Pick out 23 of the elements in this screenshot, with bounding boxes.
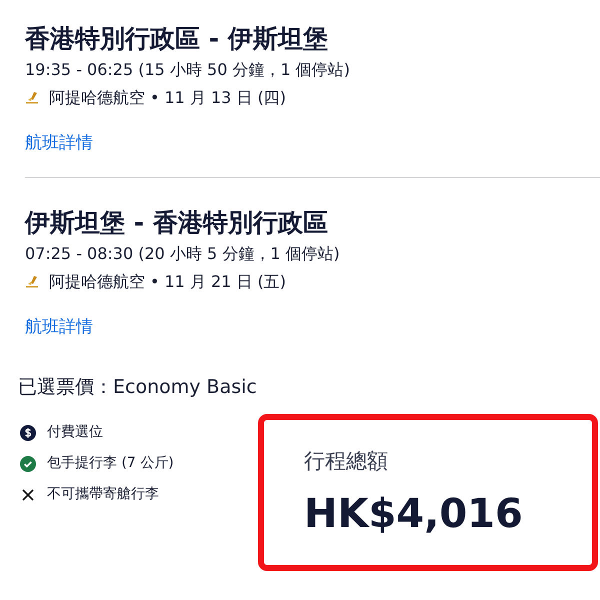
cross-icon: [20, 486, 36, 502]
airline-logo-icon: [25, 91, 39, 105]
flight-times: 07:25 - 08:30 (20 小時 5 分鐘，1 個停站): [25, 243, 341, 265]
flight-details-link[interactable]: 航班詳情: [25, 316, 93, 338]
separator-dot: •: [150, 87, 160, 109]
flight-details-link[interactable]: 航班詳情: [25, 132, 93, 154]
flight-date: 11 月 21 日 (五): [164, 271, 286, 293]
flight-date: 11 月 13 日 (四): [164, 87, 286, 109]
check-icon: [20, 456, 36, 472]
total-label: 行程總額: [304, 448, 389, 474]
airline-logo-icon: [25, 275, 39, 289]
dollar-icon: [20, 424, 36, 440]
fare-label: 已選票價：Economy Basic: [18, 375, 258, 400]
airline-name: 阿提哈德航空: [49, 87, 145, 109]
separator-dot: •: [150, 271, 160, 293]
feature-text: 付費選位: [47, 423, 103, 442]
airline-name: 阿提哈德航空: [49, 271, 145, 293]
feature-text: 不可攜帶寄艙行李: [47, 485, 159, 504]
route-title: 香港特別行政區 - 伊斯坦堡: [25, 23, 329, 55]
flight-times: 19:35 - 06:25 (15 小時 50 分鐘，1 個停站): [25, 59, 351, 81]
total-amount: HK$4,016: [304, 490, 524, 538]
route-title: 伊斯坦堡 - 香港特別行政區: [25, 207, 329, 239]
feature-text: 包手提行李 (7 公斤): [47, 454, 174, 473]
